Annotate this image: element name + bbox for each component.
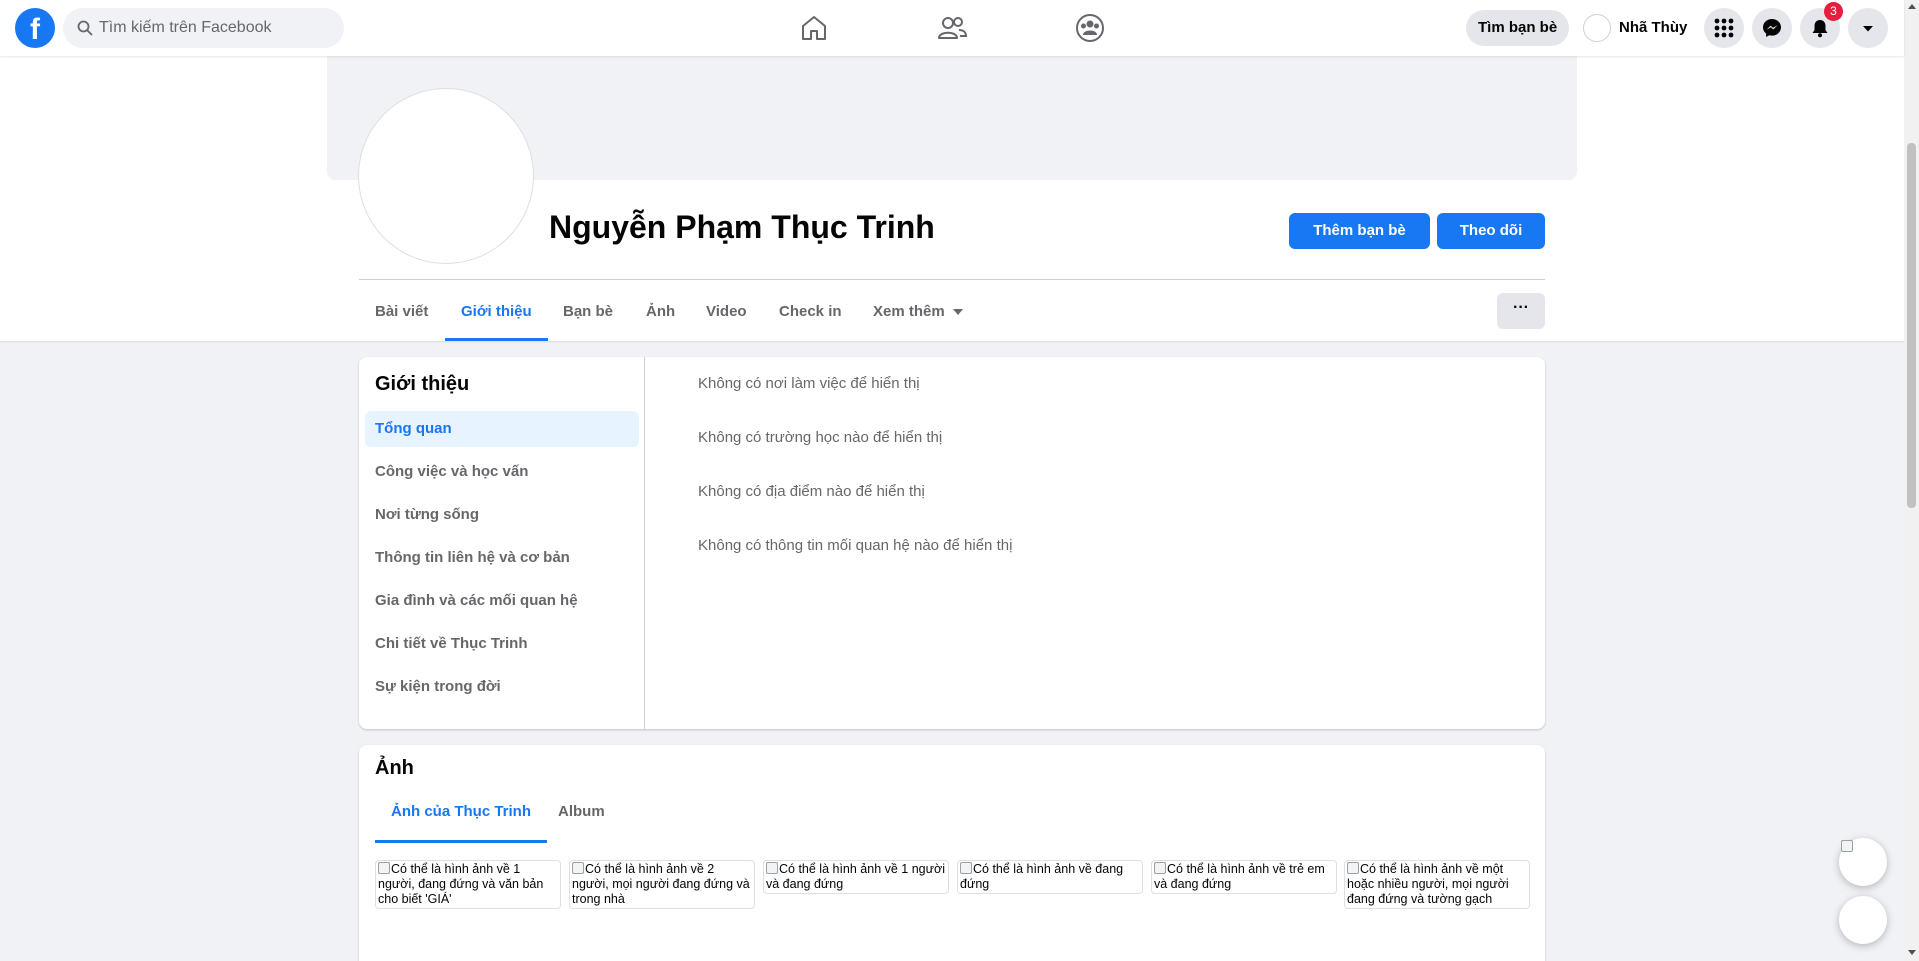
avatar (1583, 14, 1611, 42)
search-icon (77, 20, 93, 36)
photo-tile[interactable]: Có thể là hình ảnh về đang đứng (957, 860, 1143, 894)
tab-see-more-label: Xem thêm (873, 303, 945, 320)
profile-header: Nguyễn Phạm Thục Trinh Thêm bạn bè Theo … (0, 56, 1904, 341)
find-friends-button[interactable]: Tìm bạn bè (1466, 10, 1570, 46)
about-card: Giới thiệu Tổng quan Công việc và học vấ… (359, 357, 1545, 729)
tab-about[interactable]: Giới thiệu (445, 284, 548, 341)
about-item-work-education[interactable]: Công việc và học vấn (365, 454, 639, 490)
groups-icon[interactable] (1074, 12, 1106, 44)
notification-count-badge: 3 (1824, 2, 1843, 21)
chat-head-bubble[interactable] (1839, 838, 1887, 886)
about-item-family-relationships[interactable]: Gia đình và các mối quan hệ (365, 583, 639, 619)
broken-image-icon (1154, 862, 1166, 874)
about-item-life-events[interactable]: Sự kiện trong đời (365, 669, 639, 705)
add-friend-label: Thêm bạn bè (1313, 222, 1406, 239)
about-line-places: Không có địa điểm nào để hiển thị (698, 483, 925, 500)
home-icon[interactable] (798, 12, 830, 44)
follow-button[interactable]: Theo dõi (1437, 213, 1545, 249)
tab-photos-of-user[interactable]: Ảnh của Thục Trinh (375, 804, 548, 843)
photos-card: Ảnh Ảnh của Thục Trinh Album Có thể là h… (359, 745, 1545, 961)
bell-icon (1812, 20, 1828, 38)
search-input[interactable] (99, 8, 334, 48)
caret-down-icon (952, 309, 963, 316)
new-message-button[interactable] (1839, 896, 1887, 944)
photo-tile[interactable]: Có thể là hình ảnh về trẻ em và đang đứn… (1151, 860, 1337, 894)
search-box[interactable] (63, 8, 344, 48)
page-scrollbar[interactable] (1904, 0, 1919, 961)
scroll-down-arrow-icon[interactable] (1908, 950, 1916, 955)
photos-title: Ảnh (375, 757, 414, 779)
broken-image-icon (960, 862, 972, 874)
scroll-up-arrow-icon[interactable] (1908, 4, 1916, 9)
tab-videos[interactable]: Video (690, 284, 763, 341)
broken-image-icon (572, 862, 584, 874)
tab-see-more[interactable]: Xem thêm (857, 284, 979, 341)
tab-photos[interactable]: Ảnh (630, 284, 691, 341)
tab-albums[interactable]: Album (542, 804, 621, 843)
account-menu-button[interactable] (1848, 8, 1888, 48)
about-line-school: Không có trường học nào để hiển thị (698, 429, 943, 446)
photo-alt-text: Có thể là hình ảnh về trẻ em và đang đứn… (1154, 862, 1325, 891)
broken-image-icon (378, 862, 390, 874)
photo-alt-text: Có thể là hình ảnh về 2 người, mọi người… (572, 862, 750, 906)
about-line-relationship: Không có thông tin mối quan hệ nào để hi… (698, 537, 1013, 554)
about-item-contact-basic[interactable]: Thông tin liên hệ và cơ bản (365, 540, 639, 576)
account-caret-icon (1863, 26, 1873, 32)
photo-alt-text: Có thể là hình ảnh về đang đứng (960, 862, 1124, 891)
profile-picture[interactable] (359, 89, 533, 263)
add-friend-button[interactable]: Thêm bạn bè (1289, 213, 1430, 249)
tab-friends[interactable]: Bạn bè (547, 284, 629, 341)
photo-tile[interactable]: Có thể là hình ảnh về 1 người, đang đứng… (375, 860, 561, 909)
friends-icon[interactable] (936, 12, 968, 44)
more-options-button[interactable]: ··· (1497, 293, 1545, 329)
user-name: Nhã Thùy (1619, 19, 1688, 36)
profile-name: Nguyễn Phạm Thục Trinh (549, 209, 935, 245)
about-item-details[interactable]: Chi tiết về Thục Trinh (365, 626, 639, 662)
tab-check-in[interactable]: Check in (763, 284, 858, 341)
photo-tile[interactable]: Có thể là hình ảnh về một hoặc nhiều ngư… (1344, 860, 1530, 909)
about-title: Giới thiệu (375, 373, 470, 395)
photo-tile[interactable]: Có thể là hình ảnh về 2 người, mọi người… (569, 860, 755, 909)
about-sidebar: Giới thiệu Tổng quan Công việc và học vấ… (359, 357, 645, 729)
about-item-places-lived[interactable]: Nơi từng sống (365, 497, 639, 533)
photo-tile[interactable]: Có thể là hình ảnh về 1 người và đang đứ… (763, 860, 949, 894)
follow-label: Theo dõi (1459, 222, 1523, 239)
scrollbar-thumb[interactable] (1907, 143, 1916, 508)
photo-alt-text: Có thể là hình ảnh về 1 người và đang đứ… (766, 862, 945, 891)
photo-alt-text: Có thể là hình ảnh về 1 người, đang đứng… (378, 862, 544, 906)
menu-grid-icon (1714, 18, 1734, 38)
menu-button[interactable] (1704, 8, 1744, 48)
about-line-workplace: Không có nơi làm việc để hiển thị (698, 375, 920, 392)
broken-image-icon (1841, 840, 1853, 852)
broken-image-icon (1347, 862, 1359, 874)
messenger-button[interactable] (1752, 8, 1792, 48)
photo-alt-text: Có thể là hình ảnh về một hoặc nhiều ngư… (1347, 862, 1509, 906)
broken-image-icon (766, 862, 778, 874)
header-divider (359, 279, 1545, 280)
facebook-logo[interactable]: f (15, 8, 55, 48)
messenger-icon (1763, 19, 1781, 37)
about-item-overview[interactable]: Tổng quan (365, 411, 639, 447)
top-navigation-bar: f Tìm bạn bè Nhã Thùy (0, 0, 1904, 56)
tab-posts[interactable]: Bài viết (359, 284, 444, 341)
